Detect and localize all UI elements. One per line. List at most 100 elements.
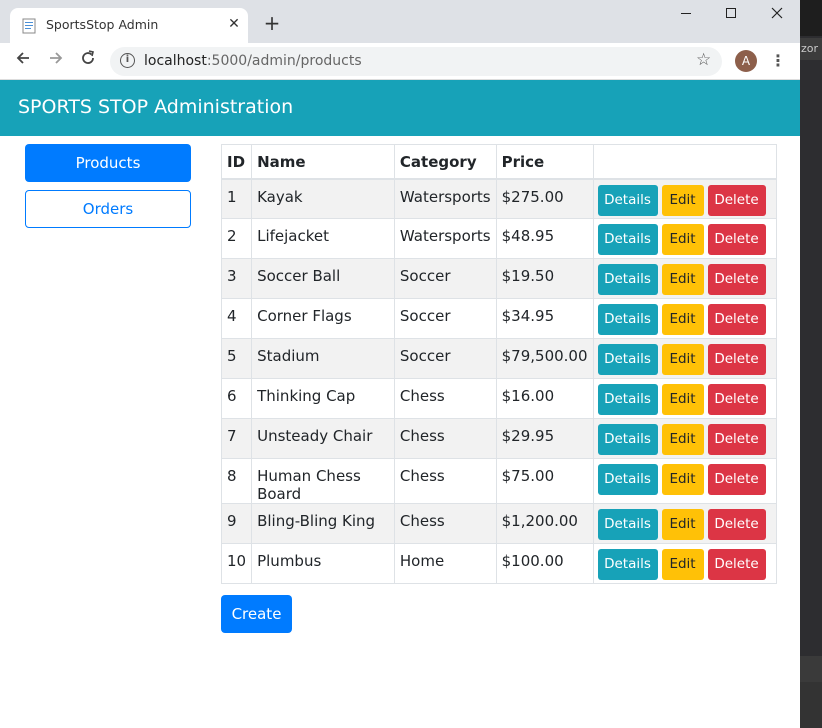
delete-button[interactable]: Delete: [707, 509, 766, 540]
delete-button[interactable]: Delete: [707, 344, 766, 375]
edit-button[interactable]: Edit: [661, 464, 704, 495]
details-button[interactable]: Details: [597, 224, 658, 255]
cell-id: 4: [220, 298, 253, 339]
cell-actions: Details Edit Delete: [592, 543, 778, 584]
maximize-button[interactable]: [711, 4, 751, 26]
table-row: 1 Kayak Watersports $275.00 Details Edit Delet…: [220, 178, 778, 219]
page-icon: [22, 18, 36, 34]
cell-name: Human Chess Board: [251, 458, 395, 504]
cell-price: $100.00: [495, 543, 594, 584]
details-button[interactable]: Details: [597, 304, 658, 335]
products-table: ID Name Category Price 1 Kayak Watersports…: [220, 144, 778, 584]
cell-id: 1: [220, 178, 253, 219]
details-button[interactable]: Details: [597, 184, 658, 216]
cell-category: Home: [393, 543, 497, 584]
cell-price: $75.00: [495, 458, 594, 504]
table-row: 2 Lifejacket Watersports $48.95 Details Edit D…: [220, 218, 778, 259]
cell-name: Thinking Cap: [251, 378, 395, 419]
browser-toolbar: i localhost:5000/admin/products ☆ A ⋮: [0, 43, 800, 80]
cell-category: Soccer: [393, 338, 497, 379]
table-row: 4 Corner Flags Soccer $34.95 Details Edit Dele…: [220, 298, 778, 339]
table-row: 3 Soccer Ball Soccer $19.50 Details Edit Delet…: [220, 258, 778, 299]
details-button[interactable]: Details: [597, 264, 658, 295]
edit-button[interactable]: Edit: [661, 264, 704, 295]
delete-button[interactable]: Delete: [707, 264, 766, 295]
details-button[interactable]: Details: [597, 549, 658, 580]
details-button[interactable]: Details: [597, 384, 658, 415]
info-icon[interactable]: i: [120, 53, 135, 68]
edit-button[interactable]: Edit: [661, 184, 704, 216]
browser-tab[interactable]: SportsStop Admin ✕: [10, 8, 248, 43]
back-button[interactable]: [11, 49, 35, 73]
details-button[interactable]: Details: [597, 509, 658, 540]
strip-mid: [800, 656, 822, 682]
close-icon: [771, 7, 783, 19]
cell-actions: Details Edit Delete: [592, 178, 778, 219]
cell-id: 3: [220, 258, 253, 299]
bookmark-star-icon[interactable]: ☆: [696, 50, 711, 70]
delete-button[interactable]: Delete: [707, 184, 766, 216]
cell-name: Soccer Ball: [251, 258, 395, 299]
cell-price: $275.00: [495, 178, 594, 219]
table-row: 7 Unsteady Chair Chess $29.95 Details Edit Del…: [220, 418, 778, 459]
delete-button[interactable]: Delete: [707, 224, 766, 255]
tab-title: SportsStop Admin: [46, 17, 159, 32]
cell-category: Chess: [393, 503, 497, 544]
column-header-actions: [592, 144, 778, 180]
table-row: 9 Bling-Bling King Chess $1,200.00 Details Ed…: [220, 503, 778, 544]
cell-price: $48.95: [495, 218, 594, 259]
background-window-strip: zor: [800, 0, 822, 728]
address-bar[interactable]: i localhost:5000/admin/products ☆: [110, 47, 722, 76]
cell-actions: Details Edit Delete: [592, 378, 778, 419]
delete-button[interactable]: Delete: [707, 304, 766, 335]
app-header: SPORTS STOP Administration: [0, 80, 800, 136]
minimize-icon: [681, 13, 691, 14]
close-tab-icon[interactable]: ✕: [226, 16, 242, 32]
cell-price: $29.95: [495, 418, 594, 459]
cell-actions: Details Edit Delete: [592, 298, 778, 339]
back-arrow-icon: [16, 52, 29, 64]
column-header-id: ID: [220, 144, 253, 180]
delete-button[interactable]: Delete: [707, 464, 766, 495]
cell-id: 5: [220, 338, 253, 379]
table-row: 6 Thinking Cap Chess $16.00 Details Edit Delet…: [220, 378, 778, 419]
cell-id: 9: [220, 503, 253, 544]
table-row: 10 Plumbus Home $100.00 Details Edit Delete: [220, 543, 778, 584]
delete-button[interactable]: Delete: [707, 549, 766, 580]
new-tab-button[interactable]: +: [262, 13, 282, 33]
edit-button[interactable]: Edit: [661, 384, 704, 415]
edit-button[interactable]: Edit: [661, 424, 704, 455]
column-header-name: Name: [251, 144, 395, 180]
edit-button[interactable]: Edit: [661, 509, 704, 540]
strip-bottom: [800, 682, 822, 728]
sidebar-item-orders[interactable]: Orders: [25, 190, 191, 228]
create-button[interactable]: Create: [221, 595, 292, 633]
title-bar: SportsStop Admin ✕ +: [0, 0, 800, 43]
maximize-icon: [726, 8, 736, 18]
edit-button[interactable]: Edit: [661, 344, 704, 375]
details-button[interactable]: Details: [597, 344, 658, 375]
cell-id: 10: [220, 543, 253, 584]
details-button[interactable]: Details: [597, 464, 658, 495]
edit-button[interactable]: Edit: [661, 304, 704, 335]
cell-name: Unsteady Chair: [251, 418, 395, 459]
forward-button[interactable]: [44, 49, 68, 73]
edit-button[interactable]: Edit: [661, 549, 704, 580]
edit-button[interactable]: Edit: [661, 224, 704, 255]
cell-name: Lifejacket: [251, 218, 395, 259]
cell-price: $19.50: [495, 258, 594, 299]
sidebar-item-products[interactable]: Products: [25, 144, 191, 182]
cell-id: 8: [220, 458, 253, 504]
delete-button[interactable]: Delete: [707, 384, 766, 415]
minimize-button[interactable]: [666, 4, 706, 26]
details-button[interactable]: Details: [597, 424, 658, 455]
table-row: 5 Stadium Soccer $79,500.00 Details Edit Delet…: [220, 338, 778, 379]
reload-button[interactable]: [76, 49, 100, 73]
background-window-tab: zor: [800, 38, 822, 60]
browser-window: SportsStop Admin ✕ + i localhost:5000/ad…: [0, 0, 800, 728]
delete-button[interactable]: Delete: [707, 424, 766, 455]
profile-avatar[interactable]: A: [735, 50, 757, 72]
close-window-button[interactable]: [757, 4, 797, 26]
cell-name: Bling-Bling King: [251, 503, 395, 544]
menu-icon[interactable]: ⋮: [770, 50, 786, 72]
